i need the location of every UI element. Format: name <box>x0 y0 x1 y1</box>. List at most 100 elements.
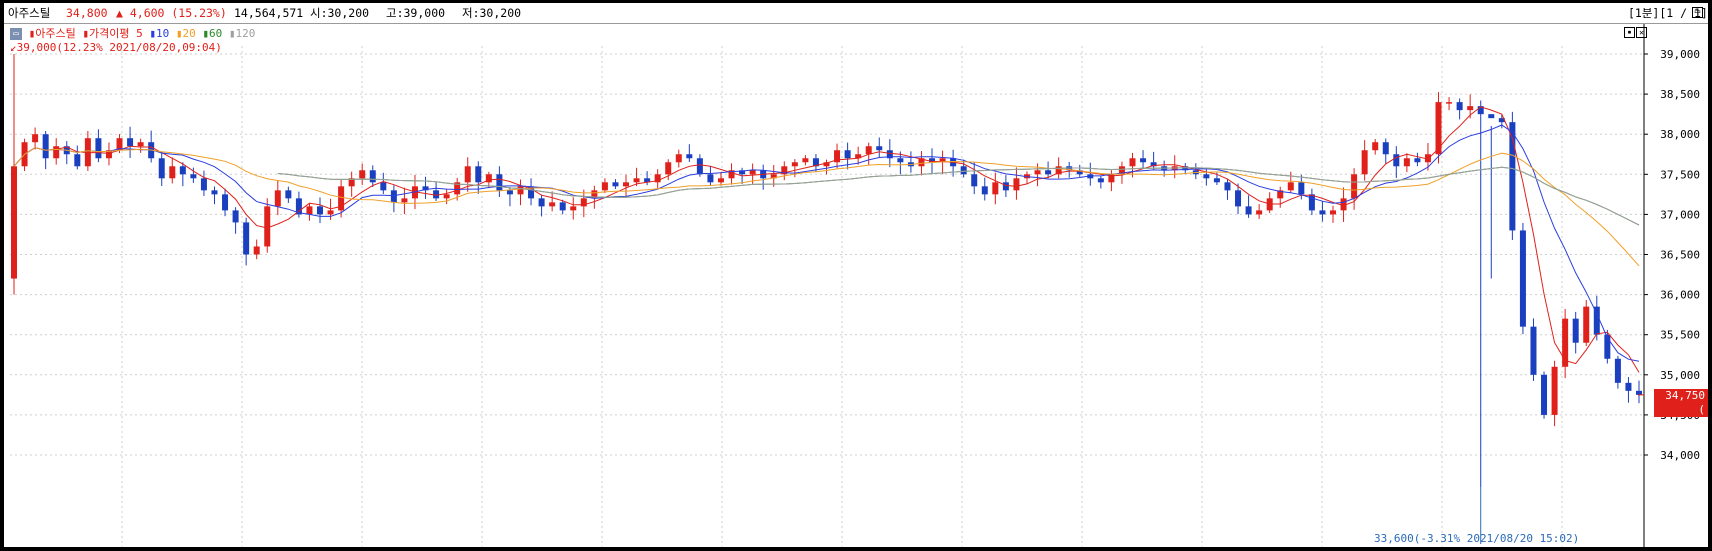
candle-down <box>1614 358 1621 383</box>
candle-down <box>390 190 397 203</box>
low-price: 저:30,200 <box>462 6 522 20</box>
candlestick-plot[interactable]: 39,000 38,500 38,000 37,500 37,000 36,500 36,0… <box>4 24 1708 547</box>
candle-down <box>844 150 851 159</box>
candle-up <box>327 210 334 215</box>
candle-up <box>1467 106 1474 111</box>
candle-down <box>1636 390 1642 395</box>
price-change: ▲ 4,600 (15.23%) <box>116 6 227 20</box>
candle-up <box>1403 158 1410 167</box>
candle-down <box>1541 374 1548 415</box>
candle-down <box>538 198 545 207</box>
candle-down <box>127 138 134 147</box>
candle-down <box>559 202 566 211</box>
legend-stock[interactable]: 아주스틸 <box>35 27 75 40</box>
candle-up <box>865 146 872 155</box>
candle-down <box>897 158 904 163</box>
candle-down <box>506 190 513 195</box>
candle-up <box>32 134 39 143</box>
candle-up <box>1329 210 1336 215</box>
candle-down <box>1456 102 1463 111</box>
candle-up <box>53 146 60 159</box>
y-axis-tick-label: 35,000 <box>1660 369 1700 382</box>
candle-down <box>496 174 503 191</box>
last-price-pct: ( 15.07%) <box>1658 403 1705 430</box>
candle-down <box>1213 178 1220 183</box>
candle-down <box>317 206 324 215</box>
y-axis-tick-label: 37,500 <box>1660 168 1700 181</box>
candle-down <box>1572 318 1579 343</box>
candle-up <box>1351 174 1358 199</box>
candle-down <box>74 154 81 167</box>
candle-up <box>1372 142 1379 151</box>
price-chart[interactable]: 39,000 38,500 38,000 37,500 37,000 36,500 36,0… <box>4 24 1708 547</box>
close-chart-icon[interactable]: ✕ <box>1636 27 1647 38</box>
y-axis-tick-label: 36,000 <box>1660 289 1700 302</box>
stock-name[interactable]: 아주스틸 <box>8 3 50 23</box>
legend-ma5[interactable]: 5 <box>136 27 143 40</box>
y-axis-tick-label: 34,000 <box>1660 449 1700 462</box>
candle-down <box>1414 158 1421 163</box>
candle-down <box>1224 182 1231 191</box>
candle-up <box>1287 182 1294 191</box>
candle-down <box>981 186 988 195</box>
candle-up <box>443 194 450 199</box>
candle-down <box>1488 114 1495 119</box>
stock-header-bar: 아주스틸 34,800 ▲ 4,600 (15.23%) 14,564,571 … <box>4 3 1708 24</box>
candle-up <box>1361 150 1368 175</box>
y-axis-tick-label: 38,500 <box>1660 88 1700 101</box>
candle-down <box>1235 190 1242 207</box>
high-note-arrow: ↙ <box>10 41 17 54</box>
open-price: 시:30,200 <box>310 6 370 20</box>
candle-down <box>433 190 440 199</box>
candle-up <box>717 178 724 183</box>
candle-down <box>696 158 703 175</box>
legend-ma60[interactable]: 60 <box>209 27 222 40</box>
candle-down <box>42 134 49 159</box>
candle-down <box>686 154 693 159</box>
candle-up <box>992 182 999 195</box>
candle-up <box>1551 366 1558 415</box>
moving-average-line-5 <box>13 106 1640 373</box>
candle-up <box>253 246 260 255</box>
candle-up <box>570 206 577 211</box>
candle-up <box>549 202 556 207</box>
candle-down <box>971 174 978 187</box>
candle-up <box>169 166 176 179</box>
candle-down <box>1625 382 1632 391</box>
candle-up <box>11 166 17 279</box>
minimize-chart-icon[interactable]: ▪ <box>1624 27 1635 38</box>
candle-up <box>264 206 271 247</box>
chart-menu-icon[interactable]: ▭ <box>10 28 22 40</box>
legend-ma120[interactable]: 120 <box>235 27 255 40</box>
legend-ma10[interactable]: 10 <box>156 27 169 40</box>
candle-down <box>707 174 714 183</box>
candle-up <box>1256 210 1263 215</box>
candle-down <box>222 194 229 211</box>
candle-down <box>380 182 387 191</box>
candle-up <box>749 170 756 175</box>
candle-up <box>633 178 640 183</box>
candle-up <box>517 186 524 195</box>
candle-down <box>1319 210 1326 215</box>
candle-down <box>200 178 207 191</box>
last-price-value: 34,750 <box>1665 389 1705 402</box>
candle-up <box>1013 178 1020 191</box>
legend-ma20[interactable]: 20 <box>182 27 195 40</box>
candle-up <box>274 190 281 207</box>
candle-down <box>179 166 186 175</box>
y-axis-tick-label: 37,000 <box>1660 208 1700 221</box>
restore-icon[interactable]: ▭ <box>1692 7 1703 18</box>
candle-down <box>1045 170 1052 175</box>
legend-ma-label[interactable]: 가격이평 <box>89 27 129 40</box>
candle-up <box>464 166 471 183</box>
candle-up <box>306 206 313 215</box>
candle-down <box>285 190 292 199</box>
candle-up <box>791 162 798 167</box>
candle-down <box>1097 178 1104 183</box>
candle-down <box>876 146 883 151</box>
candle-down <box>211 190 218 195</box>
candle-up <box>665 162 672 175</box>
high-price: 고:39,000 <box>386 6 446 20</box>
candle-down <box>960 166 967 175</box>
y-axis-tick-label: 39,000 <box>1660 48 1700 61</box>
